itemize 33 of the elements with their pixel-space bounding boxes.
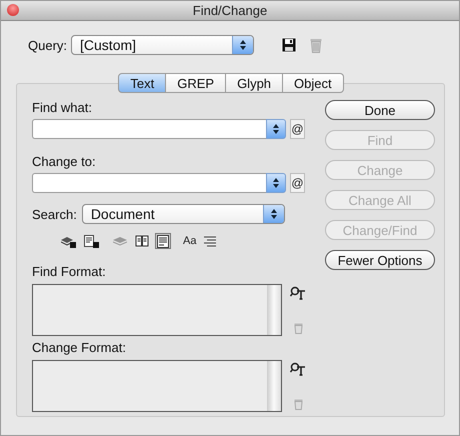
tab[interactable]: Glyph bbox=[226, 73, 284, 93]
tab[interactable]: Object bbox=[283, 73, 344, 93]
save-icon[interactable] bbox=[282, 38, 296, 52]
search-label: Search: bbox=[32, 206, 77, 222]
dialog-button[interactable]: Done bbox=[325, 100, 435, 120]
text-field[interactable] bbox=[32, 173, 266, 193]
query-label: Query: bbox=[28, 38, 68, 52]
history-stepper[interactable] bbox=[266, 119, 286, 139]
text-field[interactable] bbox=[32, 119, 266, 139]
dialog-button[interactable]: Fewer Options bbox=[325, 250, 435, 270]
field-label: Find what: bbox=[32, 100, 93, 116]
stepper-arrows-icon bbox=[239, 39, 248, 51]
format-label: Find Format: bbox=[32, 264, 107, 280]
format-settings-icon[interactable] bbox=[290, 286, 306, 300]
stepper-arrows-icon bbox=[272, 123, 280, 135]
close-button[interactable] bbox=[7, 4, 19, 16]
stepper-arrows-icon bbox=[270, 208, 278, 220]
book-icon[interactable] bbox=[133, 233, 151, 249]
stepper-arrows-icon bbox=[272, 177, 280, 189]
tab[interactable]: GREP bbox=[166, 73, 226, 93]
special-characters-button[interactable]: @ bbox=[290, 173, 305, 193]
history-stepper[interactable] bbox=[266, 173, 286, 193]
document-icon[interactable] bbox=[155, 233, 171, 249]
special-characters-button[interactable]: @ bbox=[290, 119, 305, 139]
tab[interactable]: Text bbox=[118, 73, 166, 93]
case-sensitive-toggle[interactable]: Aa bbox=[181, 233, 198, 249]
field-label: Change to: bbox=[32, 154, 97, 170]
document-lock-icon[interactable] bbox=[82, 233, 101, 249]
format-label: Change Format: bbox=[32, 340, 127, 356]
window-title: Find/Change bbox=[192, 3, 268, 18]
query-dropdown[interactable]: [Custom] bbox=[71, 35, 254, 55]
search-dropdown[interactable]: Document bbox=[82, 204, 285, 224]
format-settings-icon[interactable] bbox=[290, 362, 306, 376]
